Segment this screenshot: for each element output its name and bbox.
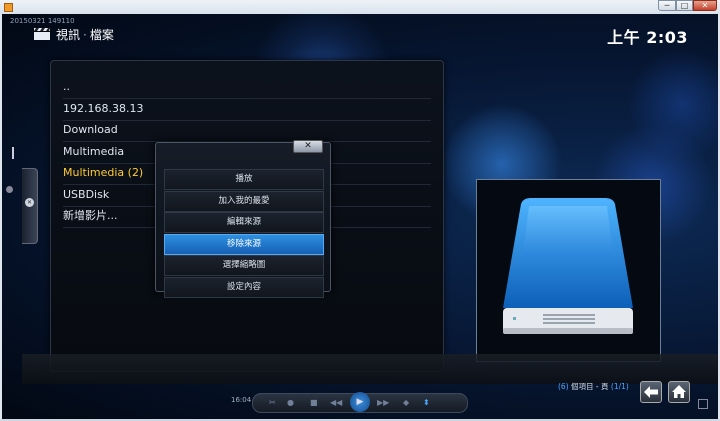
reflection-floor	[22, 354, 718, 384]
context-menu: ✕ 播放 加入我的最愛 編輯來源 移除來源 選擇縮略圖 設定內容	[155, 140, 331, 298]
timestamp: 20150321 149110	[10, 17, 75, 25]
title-bar[interactable]: ─ □ ✕	[0, 0, 720, 14]
volume-icon[interactable]: ⬍	[423, 397, 430, 409]
app-icon	[4, 3, 13, 12]
home-button[interactable]	[668, 381, 690, 403]
breadcrumb-section[interactable]: 視訊	[56, 28, 80, 42]
side-menu-tab[interactable]: ✕	[22, 168, 38, 244]
rewind-icon[interactable]: ◀◀	[330, 397, 342, 409]
maximize-button[interactable]: □	[676, 0, 693, 11]
context-menu-item[interactable]: 加入我的最愛	[164, 190, 324, 212]
home-icon	[672, 385, 686, 398]
close-circle-icon: ✕	[25, 198, 34, 207]
context-menu-item[interactable]: 編輯來源	[164, 212, 324, 233]
context-menu-item[interactable]: 設定內容	[164, 276, 324, 298]
player-time: 16:04	[231, 396, 252, 404]
clock: 上午 2:03	[607, 28, 688, 47]
shuffle-icon[interactable]: ✂	[269, 397, 276, 409]
app-window: ─ □ ✕ 20150321 149110 視訊 · 檔案 上午 2:03 ✕ ..…	[0, 0, 720, 421]
resize-grip-icon[interactable]	[698, 399, 708, 409]
item-count-label: 個項目 - 頁	[571, 382, 609, 391]
repeat-icon[interactable]: ●	[287, 397, 294, 409]
breadcrumb-subsection: 檔案	[89, 28, 114, 42]
side-indicator	[12, 147, 14, 159]
back-arrow-icon	[644, 386, 658, 398]
clapperboard-icon	[34, 28, 50, 40]
context-menu-item[interactable]: 選擇縮略圖	[164, 255, 324, 276]
next-icon[interactable]: ◆	[403, 397, 409, 409]
page-indicator: (1/1)	[610, 382, 629, 391]
source-list-item[interactable]: 192.168.38.13	[63, 99, 431, 121]
item-count-number: (6)	[558, 382, 569, 391]
breadcrumb: 視訊 · 檔案	[56, 26, 114, 43]
context-menu-item[interactable]: 播放	[164, 169, 324, 190]
player-controls: ✂ ● ■ ◀◀ ▶ ▶▶ ◆ ⬍	[252, 392, 468, 413]
breadcrumb-separator: ·	[83, 28, 87, 42]
source-list-item[interactable]: ..	[63, 77, 431, 99]
thumbnail-preview	[476, 179, 661, 362]
item-count: (6) 個項目 - 頁 (1/1)	[558, 381, 629, 392]
side-dot	[6, 186, 13, 193]
context-menu-item[interactable]: 移除來源	[164, 233, 324, 255]
hard-drive-icon	[503, 198, 633, 334]
stop-icon[interactable]: ■	[310, 397, 318, 409]
close-dialog-button[interactable]: ✕	[293, 140, 323, 153]
close-window-button[interactable]: ✕	[693, 0, 717, 11]
media-center-view: 20150321 149110 視訊 · 檔案 上午 2:03 ✕ .. 192.16…	[2, 14, 718, 419]
play-button[interactable]: ▶	[350, 392, 370, 412]
back-button[interactable]	[640, 381, 662, 403]
minimize-button[interactable]: ─	[658, 0, 676, 11]
fast-forward-icon[interactable]: ▶▶	[377, 397, 389, 409]
source-list-item[interactable]: Download	[63, 120, 431, 142]
